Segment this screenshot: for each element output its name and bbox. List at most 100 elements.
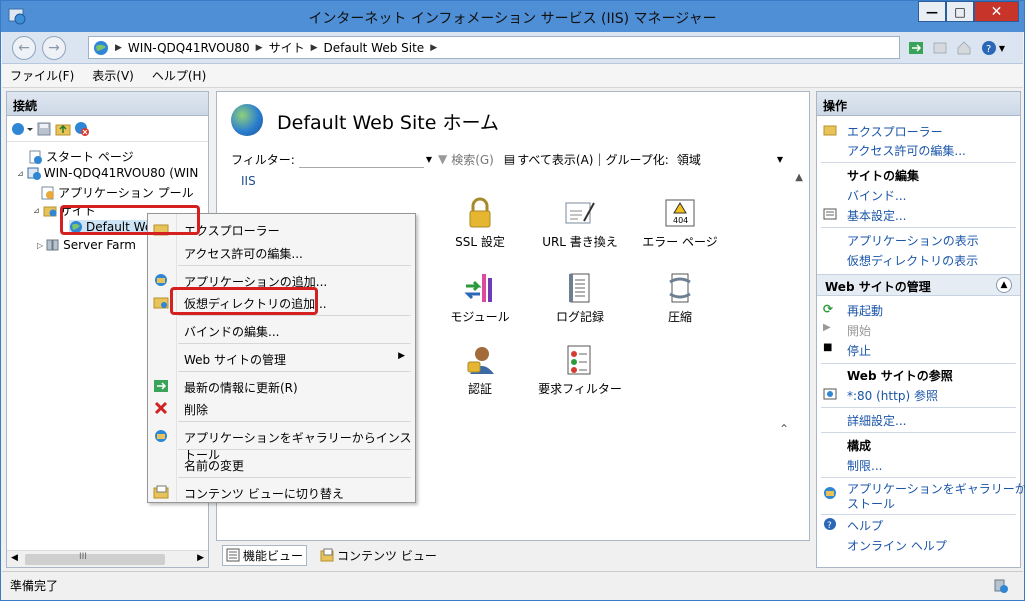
feature-authentication[interactable]: 認証 xyxy=(435,344,525,397)
expand-icon[interactable]: ⊿ xyxy=(33,206,40,215)
connect-icon[interactable] xyxy=(11,121,33,137)
back-arrow-icon: ← xyxy=(18,40,30,56)
action-label: アプリケーションの表示 xyxy=(847,234,979,248)
section-manage-site[interactable]: Web サイトの管理 ▲ xyxy=(817,274,1020,296)
menu-item-label: 名前の変更 xyxy=(184,459,245,473)
feature-modules[interactable]: モジュール xyxy=(435,272,525,325)
scroll-thumb[interactable]: III xyxy=(25,552,165,565)
menu-view[interactable]: 表示(V) xyxy=(92,67,134,84)
help-menu-button[interactable]: ? ▼ xyxy=(978,38,1008,58)
menu-item-delete[interactable]: 削除 xyxy=(148,398,415,418)
chevron-right-icon: ▶ xyxy=(310,42,318,53)
menu-item-switch-content-view[interactable]: コンテンツ ビューに切り替え xyxy=(148,482,415,502)
scroll-up-icon[interactable]: ▲ xyxy=(795,172,803,183)
address-bar[interactable]: ▶ WIN-QDQ41RVOU80 ▶ サイト ▶ Default Web Si… xyxy=(88,36,900,59)
close-button[interactable]: ✕ xyxy=(974,1,1019,22)
tree-item-server[interactable]: ⊿ WIN-QDQ41RVOU80 (WIN xyxy=(17,166,198,180)
refresh-button[interactable] xyxy=(906,38,926,58)
breadcrumb-site[interactable]: Default Web Site xyxy=(324,41,425,55)
menu-item-label: アクセス許可の編集... xyxy=(184,247,303,261)
disconnect-icon[interactable] xyxy=(74,121,90,137)
menu-item-rename[interactable]: 名前の変更 xyxy=(148,454,415,474)
back-button[interactable]: ← xyxy=(12,36,36,60)
highlight-default-web-site xyxy=(60,205,200,235)
minimize-button[interactable]: — xyxy=(918,1,946,22)
tree-item-server-farms[interactable]: ▷ Server Farm xyxy=(37,238,136,252)
tree-item-start-page[interactable]: スタート ページ xyxy=(29,148,134,165)
stop-button[interactable] xyxy=(930,38,950,58)
sites-folder-icon xyxy=(43,206,57,216)
action-label: 基本設定... xyxy=(847,209,907,223)
divider xyxy=(821,363,1016,364)
feature-label: モジュール xyxy=(450,310,510,324)
action-install-from-gallery[interactable]: アプリケーションをギャラリーからイン ストール xyxy=(817,480,1025,512)
feature-compression[interactable]: 圧縮 xyxy=(635,272,725,325)
search-button[interactable]: 検索(G) xyxy=(451,151,494,168)
basic-settings-icon xyxy=(823,208,837,220)
menu-item-edit-bindings[interactable]: バインドの編集... xyxy=(148,320,415,340)
scroll-left-icon[interactable]: ◀ xyxy=(11,553,18,563)
menu-separator xyxy=(178,265,411,266)
menu-item-edit-permissions[interactable]: アクセス許可の編集... xyxy=(148,242,415,262)
home-button[interactable] xyxy=(954,38,974,58)
breadcrumb-server[interactable]: WIN-QDQ41RVOU80 xyxy=(128,41,250,55)
feature-label: 認証 xyxy=(467,382,492,396)
scroll-right-icon[interactable]: ▶ xyxy=(197,553,204,563)
filter-input[interactable] xyxy=(298,150,424,168)
menu-file[interactable]: ファイル(F) xyxy=(10,67,74,84)
breadcrumb-sites[interactable]: サイト xyxy=(269,39,305,56)
error-code-text: 404 xyxy=(673,216,688,225)
action-label: バインド... xyxy=(847,189,907,203)
feature-logging[interactable]: ログ記録 xyxy=(535,272,625,325)
feature-url-rewrite[interactable]: URL 書き換え xyxy=(535,197,625,250)
forward-arrow-icon: → xyxy=(48,40,60,56)
divider xyxy=(821,477,1016,478)
action-label: 停止 xyxy=(847,344,872,358)
group-header-iis[interactable]: IIS xyxy=(241,174,256,188)
menu-item-install-from-gallery[interactable]: アプリケーションをギャラリーからインストール xyxy=(148,426,415,462)
funnel-icon: ▼ xyxy=(437,152,448,166)
feature-request-filtering[interactable]: 要求フィルター xyxy=(535,344,625,397)
page-title: Default Web Site ホーム xyxy=(277,112,499,134)
filter-label: フィルター: xyxy=(231,152,295,167)
feature-error-pages[interactable]: 404 エラー ページ xyxy=(635,197,725,250)
dropdown-arrow-icon[interactable]: ▼ xyxy=(426,155,432,164)
menu-item-label: コンテンツ ビューに切り替え xyxy=(184,487,344,501)
maximize-button[interactable]: □ xyxy=(946,1,974,22)
actions-title: 操作 xyxy=(817,92,1020,116)
collapse-group-icon[interactable]: ⌃ xyxy=(779,422,789,436)
tab-features-view[interactable]: 機能ビュー xyxy=(222,544,308,566)
feature-ssl-settings[interactable]: SSL 設定 xyxy=(435,197,525,250)
group-by-select[interactable]: 領域 xyxy=(677,151,777,168)
tree-item-app-pools[interactable]: アプリケーション プール xyxy=(41,184,194,201)
add-virtual-directory-icon xyxy=(153,297,169,309)
expand-icon[interactable]: ⊿ xyxy=(17,169,24,178)
nav-tools: ? ▼ xyxy=(906,38,1008,58)
show-all-button[interactable]: すべて表示(A) xyxy=(517,151,593,168)
url-rewrite-icon xyxy=(564,197,596,229)
forward-button[interactable]: → xyxy=(42,36,66,60)
chevron-up-icon[interactable]: ▲ xyxy=(996,277,1012,293)
section-label: Web サイトの管理 xyxy=(825,280,931,294)
filter-bar: フィルター: ▼ ▼ 検索(G) ▤ すべて表示(A) | グループ化: 領域 … xyxy=(231,149,797,169)
menu-help[interactable]: ヘルプ(H) xyxy=(152,67,206,84)
up-folder-icon[interactable] xyxy=(55,121,71,137)
divider xyxy=(821,227,1016,228)
save-icon[interactable] xyxy=(36,121,52,137)
server-farm-icon xyxy=(46,239,59,251)
dropdown-arrow-icon[interactable]: ▼ xyxy=(777,155,783,164)
feature-label: URL 書き換え xyxy=(542,235,618,249)
tab-content-view[interactable]: コンテンツ ビュー xyxy=(317,546,440,565)
menu-item-refresh[interactable]: 最新の情報に更新(R) xyxy=(148,376,415,396)
refresh-icon xyxy=(154,380,168,392)
menu-item-manage-site[interactable]: Web サイトの管理 ▶ xyxy=(148,348,415,368)
install-icon xyxy=(155,430,167,442)
scroll-grip: III xyxy=(79,552,87,562)
expand-icon[interactable]: ▷ xyxy=(37,241,43,250)
feature-label: SSL 設定 xyxy=(455,235,505,249)
home-icon xyxy=(957,41,971,55)
feature-label: 要求フィルター xyxy=(538,382,622,396)
lock-icon xyxy=(464,197,496,229)
tree-horizontal-scrollbar[interactable]: ◀ III ▶ xyxy=(7,550,208,567)
view-tabs: 機能ビュー コンテンツ ビュー xyxy=(216,544,810,566)
